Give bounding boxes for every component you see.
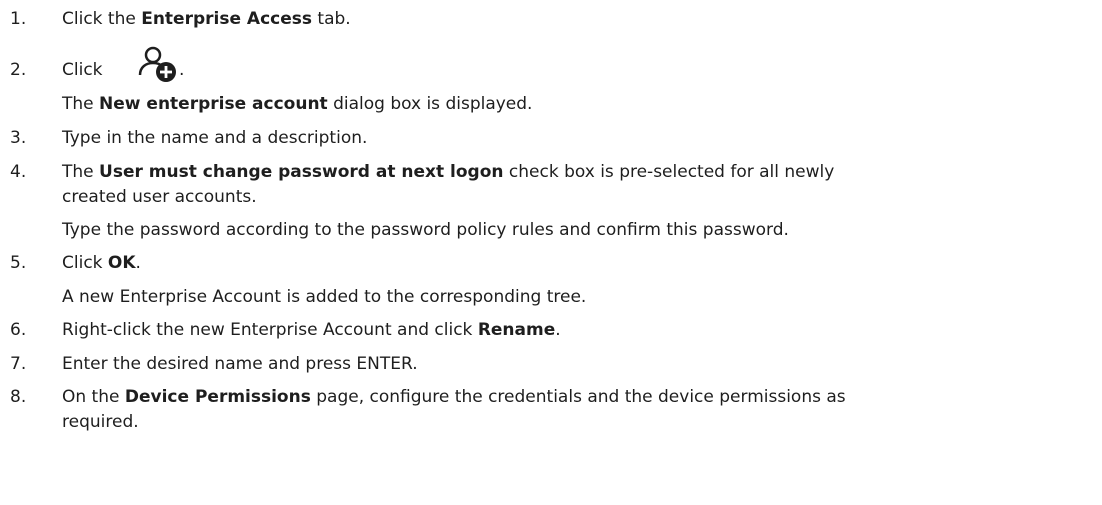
step-1-post: tab.	[312, 9, 351, 29]
step-4-wrap: created user accounts.	[62, 187, 257, 207]
step-8-pre: On the	[62, 387, 125, 407]
step-8-post: page, configure the credentials and the …	[310, 387, 846, 407]
step-8-bold: Device Permissions	[124, 387, 311, 407]
add-user-icon	[138, 46, 176, 82]
step-5-follow: A new Enterprise Account is added to the…	[62, 287, 587, 307]
step-1-number: 1.	[10, 9, 27, 29]
instruction-steps: 1. Click the Enterprise Access tab. 2. C…	[0, 0, 1102, 505]
step-5-pre: Click	[62, 253, 108, 273]
step-6-post: .	[555, 320, 561, 340]
step-2-text: Click	[62, 60, 103, 80]
step-3-number: 3.	[10, 128, 27, 148]
step-4-post: check box is pre-selected for all newly	[503, 162, 835, 182]
step-1-text: Click the Enterprise Access tab.	[62, 9, 351, 29]
step-2-follow-bold: New enterprise account	[99, 94, 328, 114]
step-4-bold: User must change password at next logon	[99, 162, 504, 182]
step-1-pre: Click the	[62, 9, 142, 29]
step-2-post: .	[179, 60, 185, 80]
step-2-follow-post: dialog box is displayed.	[327, 94, 533, 114]
step-4-text: The User must change password at next lo…	[62, 162, 834, 182]
step-8-number: 8.	[10, 387, 27, 407]
step-4-pre: The	[62, 162, 100, 182]
step-1-bold: Enterprise Access	[141, 9, 312, 29]
step-5-bold: OK	[107, 253, 136, 273]
step-5-post: .	[135, 253, 141, 273]
step-2-follow: The New enterprise account dialog box is…	[62, 94, 532, 114]
step-8-wrap: required.	[62, 412, 139, 432]
step-3-text: Type in the name and a description.	[62, 128, 368, 148]
step-6-pre: Right-click the new Enterprise Account a…	[62, 320, 478, 340]
step-8-text: On the Device Permissions page, configur…	[62, 387, 846, 407]
step-5-text: Click OK.	[62, 253, 141, 273]
step-4-follow: Type the password according to the passw…	[62, 220, 789, 240]
step-6-text: Right-click the new Enterprise Account a…	[62, 320, 561, 340]
step-7-text: Enter the desired name and press ENTER.	[62, 354, 418, 374]
step-6-bold: Rename	[477, 320, 556, 340]
step-4-number: 4.	[10, 162, 27, 182]
step-7-number: 7.	[10, 354, 27, 374]
step-2-number: 2.	[10, 60, 27, 80]
step-6-number: 6.	[10, 320, 27, 340]
step-2-pre: Click	[62, 60, 103, 80]
step-2-follow-pre: The	[62, 94, 100, 114]
step-5-number: 5.	[10, 253, 27, 273]
